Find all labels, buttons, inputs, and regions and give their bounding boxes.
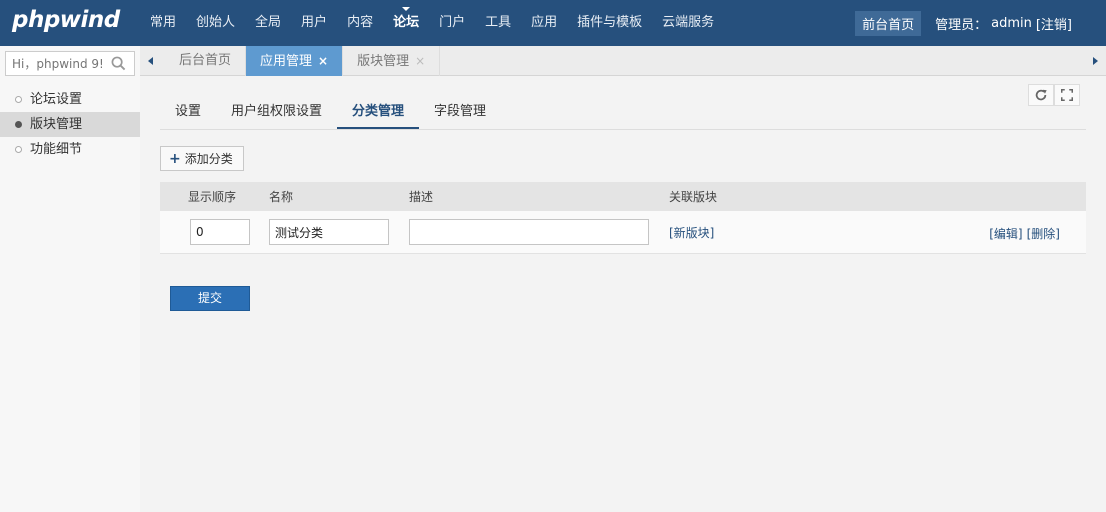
tab-bar: 后台首页 应用管理 × 版块管理 ×	[140, 46, 1106, 76]
order-input[interactable]	[190, 219, 250, 245]
tab-scroll-left[interactable]	[140, 46, 162, 76]
logo[interactable]: phpwind	[12, 7, 120, 33]
arrow-right-icon	[1093, 57, 1098, 65]
header-description: 描述	[409, 190, 434, 204]
name-input[interactable]	[269, 219, 389, 245]
nav-item-forum[interactable]: 论坛	[383, 0, 429, 46]
nav-item-cloud[interactable]: 云端服务	[652, 0, 724, 46]
bullet-icon	[15, 96, 22, 103]
arrow-left-icon	[148, 57, 153, 65]
side-menu: 论坛设置 版块管理 功能细节	[0, 87, 140, 162]
header-related-forum: 关联版块	[669, 190, 718, 204]
nav-item-founder[interactable]: 创始人	[186, 0, 245, 46]
sidebar: 论坛设置 版块管理 功能细节	[0, 46, 140, 512]
nav-item-plugins-templates[interactable]: 插件与模板	[567, 0, 652, 46]
submit-button[interactable]: 提交	[170, 286, 250, 311]
bullet-icon	[15, 121, 22, 128]
tab-category-management[interactable]: 分类管理	[337, 96, 420, 129]
delete-link[interactable]: [删除]	[1027, 225, 1060, 242]
top-right: 前台首页 管理员： admin [注销]	[855, 0, 1106, 46]
logout-link[interactable]: [注销]	[1036, 14, 1072, 33]
add-category-button[interactable]: + 添加分类	[160, 146, 244, 171]
nav-item-portal[interactable]: 门户	[429, 0, 475, 46]
sidebar-item-feature-details[interactable]: 功能细节	[0, 137, 140, 162]
nav-item-apps[interactable]: 应用	[521, 0, 567, 46]
tab-dashboard[interactable]: 后台首页	[165, 46, 247, 76]
bullet-icon	[15, 146, 22, 153]
front-page-button[interactable]: 前台首页	[855, 10, 922, 36]
nav-item-global[interactable]: 全局	[245, 0, 291, 46]
sub-tabs: 设置 用户组权限设置 分类管理 字段管理	[160, 96, 1086, 130]
description-input[interactable]	[409, 219, 649, 245]
nav-item-common[interactable]: 常用	[140, 0, 186, 46]
header-name: 名称	[269, 190, 294, 204]
nav-item-tools[interactable]: 工具	[475, 0, 521, 46]
sidebar-item-forum-management[interactable]: 版块管理	[0, 112, 140, 137]
caret-down-icon	[402, 7, 411, 11]
main-content: 设置 用户组权限设置 分类管理 字段管理 + 添加分类 显示顺序 名称 描述 关…	[140, 76, 1106, 512]
nav-item-content[interactable]: 内容	[337, 0, 383, 46]
tabs: 后台首页 应用管理 × 版块管理 ×	[165, 46, 441, 76]
category-table: 显示顺序 名称 描述 关联版块 [新版块] [编辑] [删除]	[160, 182, 1086, 254]
search-box	[5, 51, 135, 76]
close-icon[interactable]: ×	[415, 54, 425, 68]
admin-label: 管理员：	[935, 17, 988, 33]
nav-item-users[interactable]: 用户	[291, 0, 337, 46]
table-row: [新版块] [编辑] [删除]	[160, 211, 1086, 254]
tab-settings[interactable]: 设置	[160, 96, 216, 129]
tab-forum-management[interactable]: 版块管理 ×	[343, 46, 441, 76]
top-bar: phpwind 常用 创始人 全局 用户 内容 论坛 门户 工具 应用 插件与模…	[0, 0, 1106, 46]
search-input[interactable]	[6, 52, 106, 75]
plus-icon: +	[169, 150, 181, 167]
table-header: 显示顺序 名称 描述 关联版块	[160, 182, 1086, 211]
top-nav: 常用 创始人 全局 用户 内容 论坛 门户 工具 应用 插件与模板 云端服务	[140, 0, 724, 46]
tab-group-permissions[interactable]: 用户组权限设置	[216, 96, 337, 129]
search-icon[interactable]	[111, 56, 126, 71]
tab-app-management[interactable]: 应用管理 ×	[246, 46, 344, 76]
admin-name: admin	[991, 15, 1032, 31]
sidebar-item-forum-settings[interactable]: 论坛设置	[0, 87, 140, 112]
edit-link[interactable]: [编辑]	[989, 225, 1022, 242]
header-order: 显示顺序	[188, 190, 237, 204]
close-icon[interactable]: ×	[318, 54, 328, 68]
new-forum-link[interactable]: [新版块]	[669, 226, 714, 240]
tab-scroll-right[interactable]	[1084, 46, 1106, 76]
row-actions: [编辑] [删除]	[985, 225, 1060, 242]
tab-field-management[interactable]: 字段管理	[419, 96, 501, 129]
